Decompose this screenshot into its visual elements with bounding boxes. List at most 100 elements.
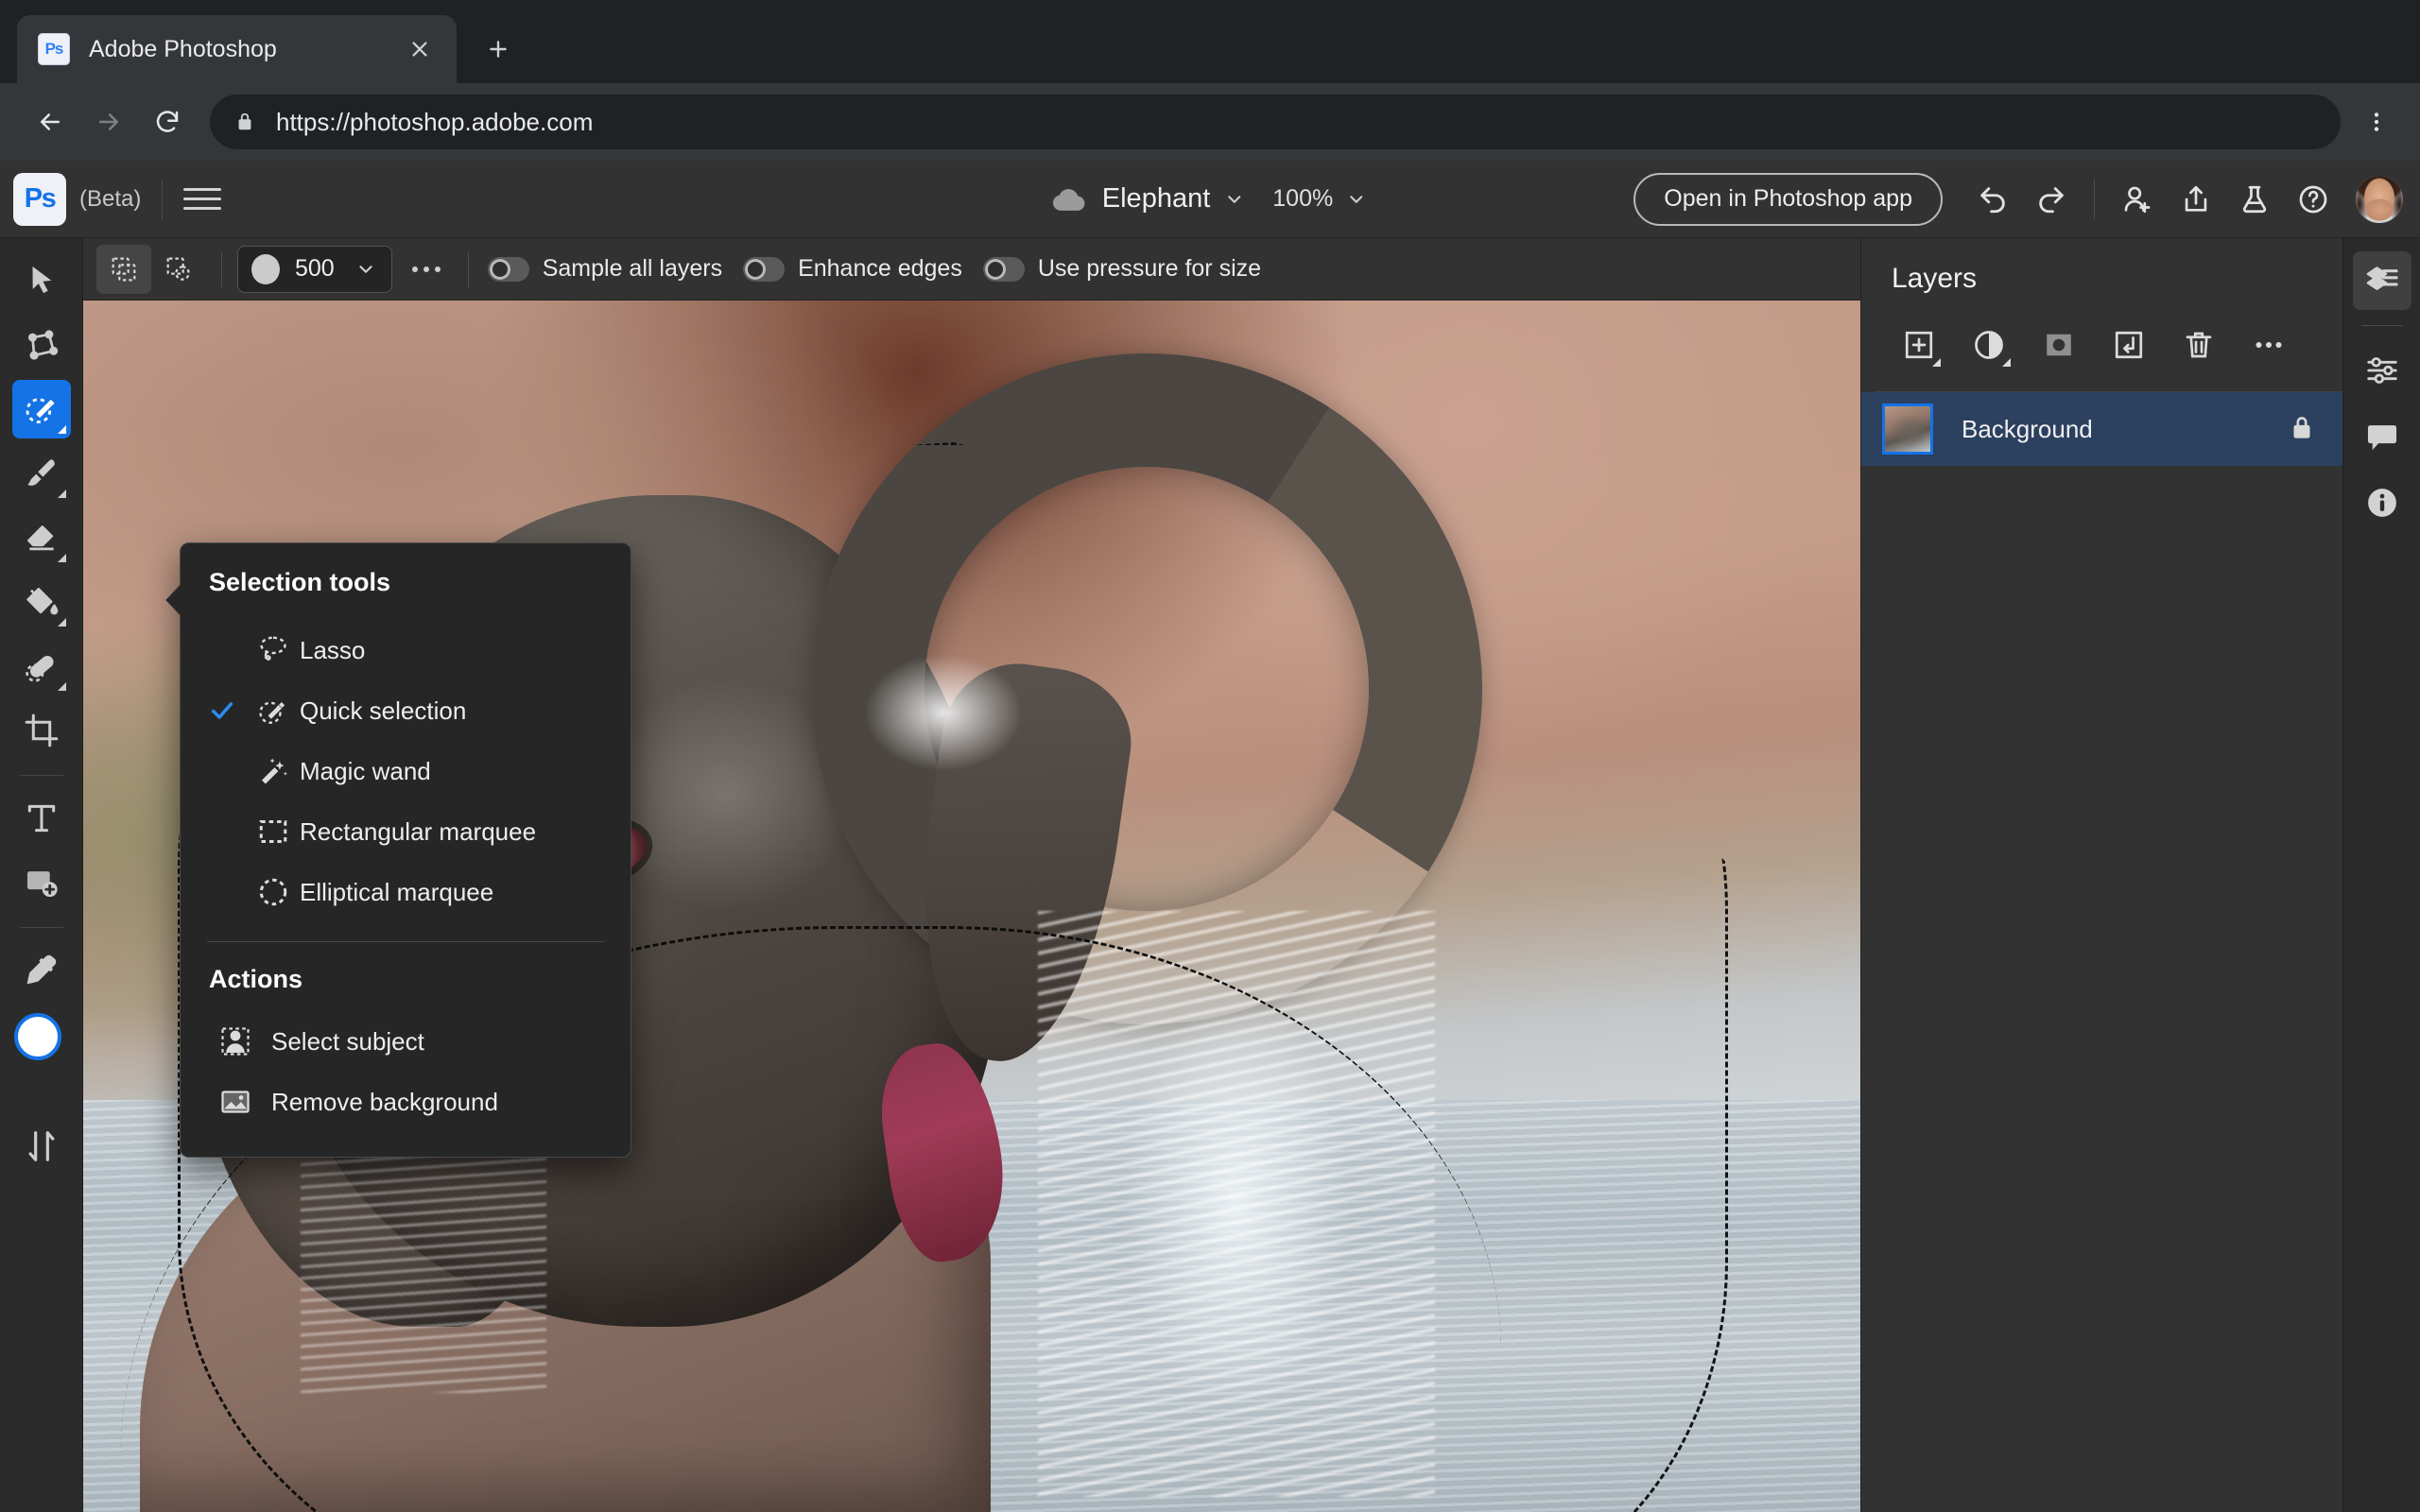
app-body: 500 Sample all layers Enhance edges Use … bbox=[0, 238, 2420, 1512]
divider bbox=[2360, 325, 2403, 326]
document-info: Elephant 100% bbox=[1051, 181, 1369, 217]
trash-icon[interactable] bbox=[2164, 319, 2234, 370]
sample-all-layers-group[interactable]: Sample all layers bbox=[487, 255, 739, 283]
color-swatches[interactable] bbox=[9, 1013, 75, 1104]
chevron-down-icon[interactable] bbox=[354, 257, 378, 282]
paint-brush-tool[interactable] bbox=[12, 444, 71, 503]
move-tool[interactable] bbox=[12, 251, 71, 310]
clipping-mask-button[interactable] bbox=[2094, 319, 2164, 370]
help-icon[interactable] bbox=[2284, 173, 2342, 226]
menu-item-select-subject[interactable]: Select subject bbox=[181, 1011, 631, 1072]
swap-arrows-icon[interactable] bbox=[12, 1117, 71, 1176]
quick-selection-icon bbox=[247, 694, 300, 728]
panel-title: Layers bbox=[1892, 263, 1978, 294]
hamburger-menu-icon[interactable] bbox=[183, 180, 222, 218]
enhance-edges-group[interactable]: Enhance edges bbox=[743, 255, 979, 283]
menu-item-label: Magic wand bbox=[300, 756, 431, 785]
kebab-menu-icon[interactable] bbox=[2354, 99, 2399, 145]
menu-item-lasso[interactable]: Lasso bbox=[181, 620, 631, 680]
open-in-photoshop-app-button[interactable]: Open in Photoshop app bbox=[1634, 172, 1943, 226]
browser-tab-strip: Ps Adobe Photoshop bbox=[0, 0, 2420, 83]
divider bbox=[2094, 179, 2095, 219]
rectangular-marquee-icon bbox=[247, 815, 300, 849]
browser-tab[interactable]: Ps Adobe Photoshop bbox=[17, 15, 457, 83]
sliders-icon[interactable] bbox=[2353, 341, 2411, 400]
elliptical-marquee-icon bbox=[247, 875, 300, 909]
selection-tools-flyout-menu[interactable]: Selection tools Lasso Quick selection Ma… bbox=[180, 542, 631, 1158]
brush-preview bbox=[251, 253, 280, 284]
transform-tool[interactable] bbox=[12, 316, 71, 374]
plus-icon[interactable] bbox=[472, 23, 525, 76]
browser-window: Ps Adobe Photoshop https://photoshop.ado… bbox=[0, 0, 2420, 1512]
use-pressure-for-size-toggle[interactable] bbox=[982, 256, 1025, 282]
spot-healing-brush-tool[interactable] bbox=[12, 637, 71, 696]
foreground-color-swatch[interactable] bbox=[13, 1013, 61, 1060]
chevron-down-icon[interactable] bbox=[1344, 187, 1369, 212]
menu-item-quick-selection[interactable]: Quick selection bbox=[181, 680, 631, 741]
redo-icon[interactable] bbox=[2022, 173, 2081, 226]
arrow-right-icon[interactable] bbox=[79, 93, 138, 151]
checkmark-icon bbox=[209, 697, 247, 724]
enhance-edges-toggle[interactable] bbox=[743, 256, 786, 282]
menu-item-remove-background[interactable]: Remove background bbox=[181, 1072, 631, 1132]
chevron-down-icon[interactable] bbox=[1221, 187, 1246, 212]
layer-row-background[interactable]: Background bbox=[1861, 392, 2342, 466]
document-name: Elephant bbox=[1101, 183, 1211, 214]
reload-icon[interactable] bbox=[138, 93, 197, 151]
add-person-icon[interactable] bbox=[2108, 173, 2167, 226]
add-to-selection-icon[interactable] bbox=[96, 244, 151, 294]
undo-icon[interactable] bbox=[1963, 173, 2022, 226]
text-type-tool[interactable] bbox=[12, 789, 71, 848]
paint-bucket-tool[interactable] bbox=[12, 573, 71, 631]
subtract-from-selection-icon[interactable] bbox=[151, 245, 206, 294]
arrow-left-icon[interactable] bbox=[21, 93, 79, 151]
url-text: https://photoshop.adobe.com bbox=[276, 107, 594, 136]
quick-selection-tool[interactable] bbox=[11, 380, 71, 438]
cloud-icon bbox=[1051, 181, 1087, 217]
divider bbox=[162, 179, 164, 219]
canvas-column: 500 Sample all layers Enhance edges Use … bbox=[83, 238, 1860, 1512]
divider bbox=[221, 250, 222, 287]
close-icon[interactable] bbox=[404, 33, 436, 65]
eraser-tool[interactable] bbox=[12, 508, 71, 567]
photoshop-app: Ps (Beta) Elephant 100% Open in Photosho… bbox=[0, 161, 2420, 1512]
info-circle-icon[interactable] bbox=[2353, 473, 2411, 532]
sample-all-layers-toggle[interactable] bbox=[487, 256, 529, 282]
layer-thumbnail[interactable] bbox=[1882, 404, 1933, 455]
crop-tool[interactable] bbox=[12, 701, 71, 760]
flyout-section-title: Selection tools bbox=[209, 568, 391, 596]
layers-stack-icon[interactable] bbox=[2352, 251, 2411, 310]
adjustment-layer-button[interactable] bbox=[1954, 319, 2024, 370]
lock-icon bbox=[234, 111, 257, 133]
menu-item-label: Elliptical marquee bbox=[300, 877, 494, 906]
eyedropper-tool[interactable] bbox=[12, 941, 71, 1000]
use-pressure-for-size-group[interactable]: Use pressure for size bbox=[982, 255, 1278, 283]
user-avatar[interactable] bbox=[2356, 175, 2403, 223]
brush-size-selector[interactable]: 500 bbox=[237, 245, 392, 293]
more-options-icon[interactable] bbox=[400, 246, 453, 293]
tab-title: Adobe Photoshop bbox=[89, 35, 277, 62]
place-image-tool[interactable] bbox=[12, 853, 71, 912]
header-actions: Open in Photoshop app bbox=[1634, 172, 2420, 226]
layer-mask-button[interactable] bbox=[2024, 319, 2094, 370]
flask-icon[interactable] bbox=[2225, 173, 2284, 226]
comment-bubble-icon[interactable] bbox=[2353, 407, 2411, 466]
document-canvas[interactable]: Selection tools Lasso Quick selection Ma… bbox=[83, 301, 1860, 1512]
menu-item-magic-wand[interactable]: Magic wand bbox=[181, 741, 631, 801]
divider bbox=[19, 927, 63, 928]
layers-panel: Layers Background bbox=[1860, 238, 2342, 1512]
remove-background-icon bbox=[209, 1085, 262, 1119]
menu-item-label: Rectangular marquee bbox=[300, 816, 537, 846]
lock-closed-icon[interactable] bbox=[2288, 414, 2318, 444]
share-icon[interactable] bbox=[2167, 173, 2225, 226]
url-bar[interactable]: https://photoshop.adobe.com bbox=[210, 94, 2341, 149]
menu-item-label: Lasso bbox=[300, 635, 366, 664]
photoshop-icon: Ps bbox=[38, 33, 70, 65]
zoom-level: 100% bbox=[1272, 185, 1334, 212]
more-options-icon[interactable] bbox=[2234, 319, 2304, 370]
enhance-edges-label: Enhance edges bbox=[798, 255, 962, 282]
menu-item-rectangular-marquee[interactable]: Rectangular marquee bbox=[181, 801, 631, 862]
menu-item-elliptical-marquee[interactable]: Elliptical marquee bbox=[181, 862, 631, 922]
tools-sidebar bbox=[0, 238, 83, 1512]
add-layer-button[interactable] bbox=[1884, 319, 1954, 370]
